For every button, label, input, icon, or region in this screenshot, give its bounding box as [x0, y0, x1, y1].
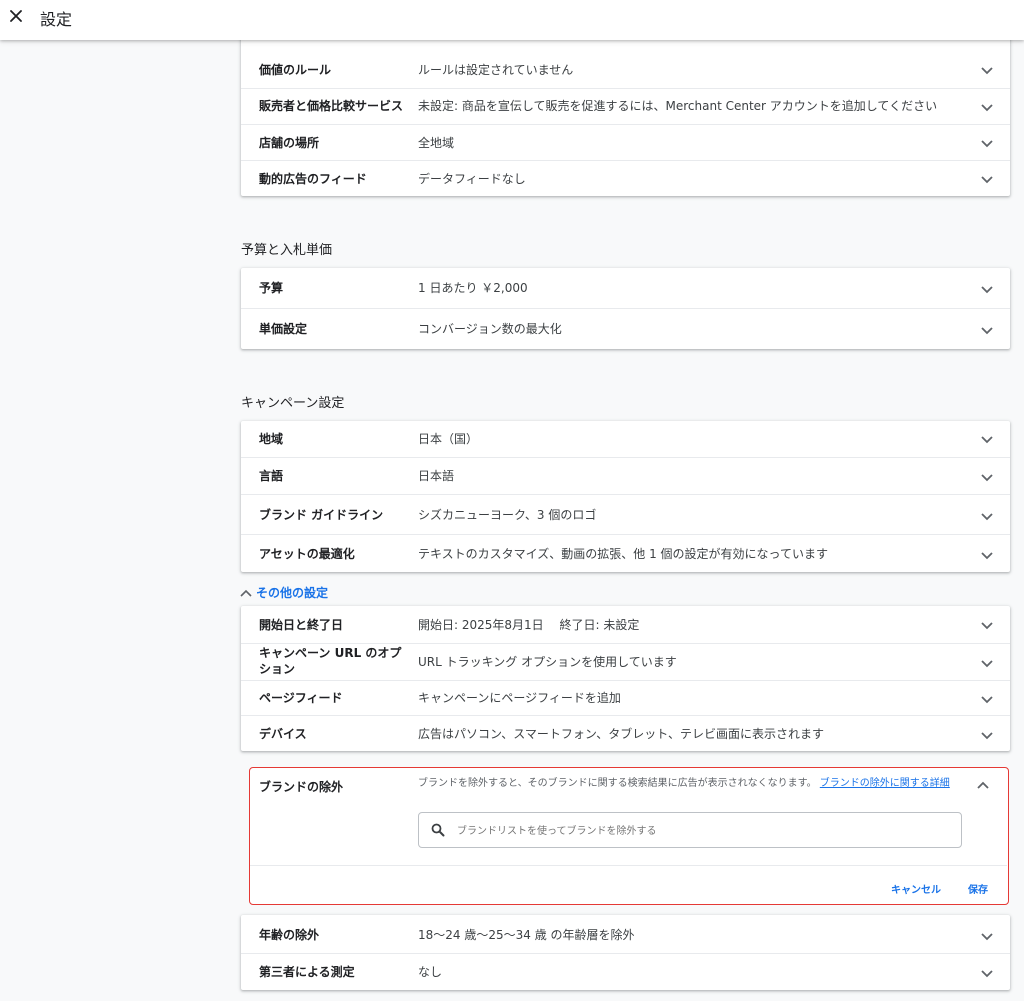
chevron-down-icon [981, 67, 993, 75]
row-value: コンバージョン数の最大化 [418, 322, 562, 336]
row-value: キャンペーンにページフィードを追加 [418, 691, 621, 705]
section-title-budget: 予算と入札単価 [241, 243, 333, 258]
row-label: 地域 [259, 432, 284, 446]
row-label: 予算 [259, 281, 284, 295]
search-icon [431, 823, 445, 837]
top-bar: 設定 [0, 0, 1024, 40]
settings-row-merchant[interactable]: 販売者と価格比較サービス 未設定: 商品を宣伝して販売を促進するには、Merch… [241, 88, 1010, 124]
settings-row-asset-optimization[interactable]: アセットの最適化 テキストのカスタマイズ、動画の拡張、他 1 個の設定が有効にな… [241, 534, 1010, 572]
row-label: アセットの最適化 [259, 547, 355, 561]
row-value: 未設定: 商品を宣伝して販売を促進するには、Merchant Center アカ… [418, 99, 938, 113]
row-value: 全地域 [418, 136, 455, 150]
row-label: 店舗の場所 [259, 136, 320, 150]
chevron-down-icon [981, 104, 993, 112]
row-value: 広告はパソコン、スマートフォン、タブレット、テレビ画面に表示されます [418, 727, 824, 741]
settings-row-campaign-url[interactable]: キャンペーン URL のオプション URL トラッキング オプションを使用してい… [241, 643, 1010, 680]
settings-row-third-party[interactable]: 第三者による測定 なし [241, 953, 1010, 990]
row-label: キャンペーン URL のオプション [259, 646, 402, 676]
chevron-down-icon [981, 660, 993, 668]
chevron-down-icon [981, 140, 993, 148]
settings-row-budget[interactable]: 予算 1 日あたり ￥2,000 [241, 268, 1010, 308]
more-settings-label: その他の設定 [256, 586, 329, 600]
close-icon [10, 10, 22, 22]
row-label: ページフィード [259, 691, 343, 705]
chevron-down-icon [981, 286, 993, 294]
row-label: 年齢の除外 [259, 928, 320, 942]
chevron-down-icon [981, 474, 993, 482]
row-value: テキストのカスタマイズ、動画の拡張、他 1 個の設定が有効になっています [418, 547, 828, 561]
row-value: 開始日: 2025年8月1日 終了日: 未設定 [418, 618, 640, 632]
row-label: 開始日と終了日 [259, 618, 344, 632]
chevron-down-icon [981, 436, 993, 444]
row-value: データフィードなし [418, 172, 526, 186]
chevron-down-icon [981, 513, 993, 521]
brand-exclusion-label: ブランドの除外 [259, 780, 344, 794]
settings-row-page-feeds[interactable]: ページフィード キャンペーンにページフィードを追加 [241, 680, 1010, 715]
chevron-down-icon [981, 970, 993, 978]
row-label: 単価設定 [259, 322, 308, 336]
chevron-down-icon [981, 327, 993, 335]
settings-row-locations[interactable]: 地域 日本（国） [241, 421, 1010, 457]
row-value: 18〜24 歳〜25〜34 歳 の年齢層を除外 [418, 928, 635, 942]
settings-row-bidding[interactable]: 単価設定 コンバージョン数の最大化 [241, 308, 1010, 349]
divider [250, 865, 1007, 866]
row-label: ブランド ガイドライン [259, 508, 384, 522]
bottom-settings-card: 年齢の除外 18〜24 歳〜25〜34 歳 の年齢層を除外 第三者による測定 な… [241, 915, 1010, 990]
row-value: ルールは設定されていません [418, 63, 574, 77]
row-value: 日本語 [418, 469, 455, 483]
row-value: URL トラッキング オプションを使用しています [418, 655, 677, 669]
brand-list-search-input[interactable] [457, 821, 947, 841]
chevron-down-icon [981, 732, 993, 740]
row-label: 販売者と価格比較サービス [259, 99, 404, 113]
chevron-up-icon [240, 589, 252, 597]
campaign-card: 地域 日本（国） 言語 日本語 ブランド ガイドライン シズカニューヨーク、3 … [241, 421, 1010, 572]
more-settings-toggle[interactable]: その他の設定 [240, 584, 328, 601]
brand-exclusion-description: ブランドを除外すると、そのブランドに関する検索結果に広告が表示されなくなります。… [418, 776, 958, 791]
row-value: 日本（国） [418, 432, 479, 446]
row-label: 第三者による測定 [259, 965, 355, 979]
brand-exclusion-panel: ブランドの除外 ブランドを除外すると、そのブランドに関する検索結果に広告が表示さ… [249, 767, 1009, 905]
close-button[interactable] [4, 4, 28, 28]
chevron-down-icon [981, 176, 993, 184]
row-label: デバイス [259, 727, 307, 741]
row-value: なし [418, 965, 443, 979]
cancel-button[interactable]: キャンセル [891, 881, 941, 896]
top-settings-card: 価値のルール ルールは設定されていません 販売者と価格比較サービス 未設定: 商… [241, 30, 1010, 196]
settings-row-value-rules[interactable]: 価値のルール ルールは設定されていません [241, 52, 1010, 88]
settings-row-devices[interactable]: デバイス 広告はパソコン、スマートフォン、タブレット、テレビ画面に表示されます [241, 715, 1010, 751]
row-value: シズカニューヨーク、3 個のロゴ [418, 508, 597, 522]
section-title-campaign: キャンペーン設定 [241, 396, 345, 411]
row-value: 1 日あたり ￥2,000 [418, 281, 528, 295]
chevron-up-icon[interactable] [976, 780, 990, 790]
row-label: 動的広告のフィード [259, 172, 367, 186]
page-title: 設定 [40, 10, 73, 29]
more-settings-card: 開始日と終了日 開始日: 2025年8月1日 終了日: 未設定 キャンペーン U… [241, 606, 1010, 751]
chevron-down-icon [981, 696, 993, 704]
settings-row-languages[interactable]: 言語 日本語 [241, 457, 1010, 494]
budget-card: 予算 1 日あたり ￥2,000 単価設定 コンバージョン数の最大化 [241, 268, 1010, 349]
settings-row-start-end-date[interactable]: 開始日と終了日 開始日: 2025年8月1日 終了日: 未設定 [241, 606, 1010, 643]
chevron-down-icon [981, 552, 993, 560]
save-button[interactable]: 保存 [968, 881, 988, 896]
chevron-down-icon [981, 622, 993, 630]
row-label: 言語 [259, 469, 284, 483]
row-label: 価値のルール [259, 63, 332, 77]
settings-row-brand-guidelines[interactable]: ブランド ガイドライン シズカニューヨーク、3 個のロゴ [241, 494, 1010, 534]
settings-row-dynamic-feed[interactable]: 動的広告のフィード データフィードなし [241, 160, 1010, 196]
chevron-down-icon [981, 933, 993, 941]
settings-row-store-location[interactable]: 店舗の場所 全地域 [241, 124, 1010, 160]
settings-row-age-exclusion[interactable]: 年齢の除外 18〜24 歳〜25〜34 歳 の年齢層を除外 [241, 915, 1010, 953]
description-text: ブランドを除外すると、そのブランドに関する検索結果に広告が表示されなくなります。 [418, 778, 817, 789]
brand-exclusion-help-link[interactable]: ブランドの除外に関する詳細 [820, 778, 950, 789]
brand-list-search[interactable] [418, 812, 962, 848]
